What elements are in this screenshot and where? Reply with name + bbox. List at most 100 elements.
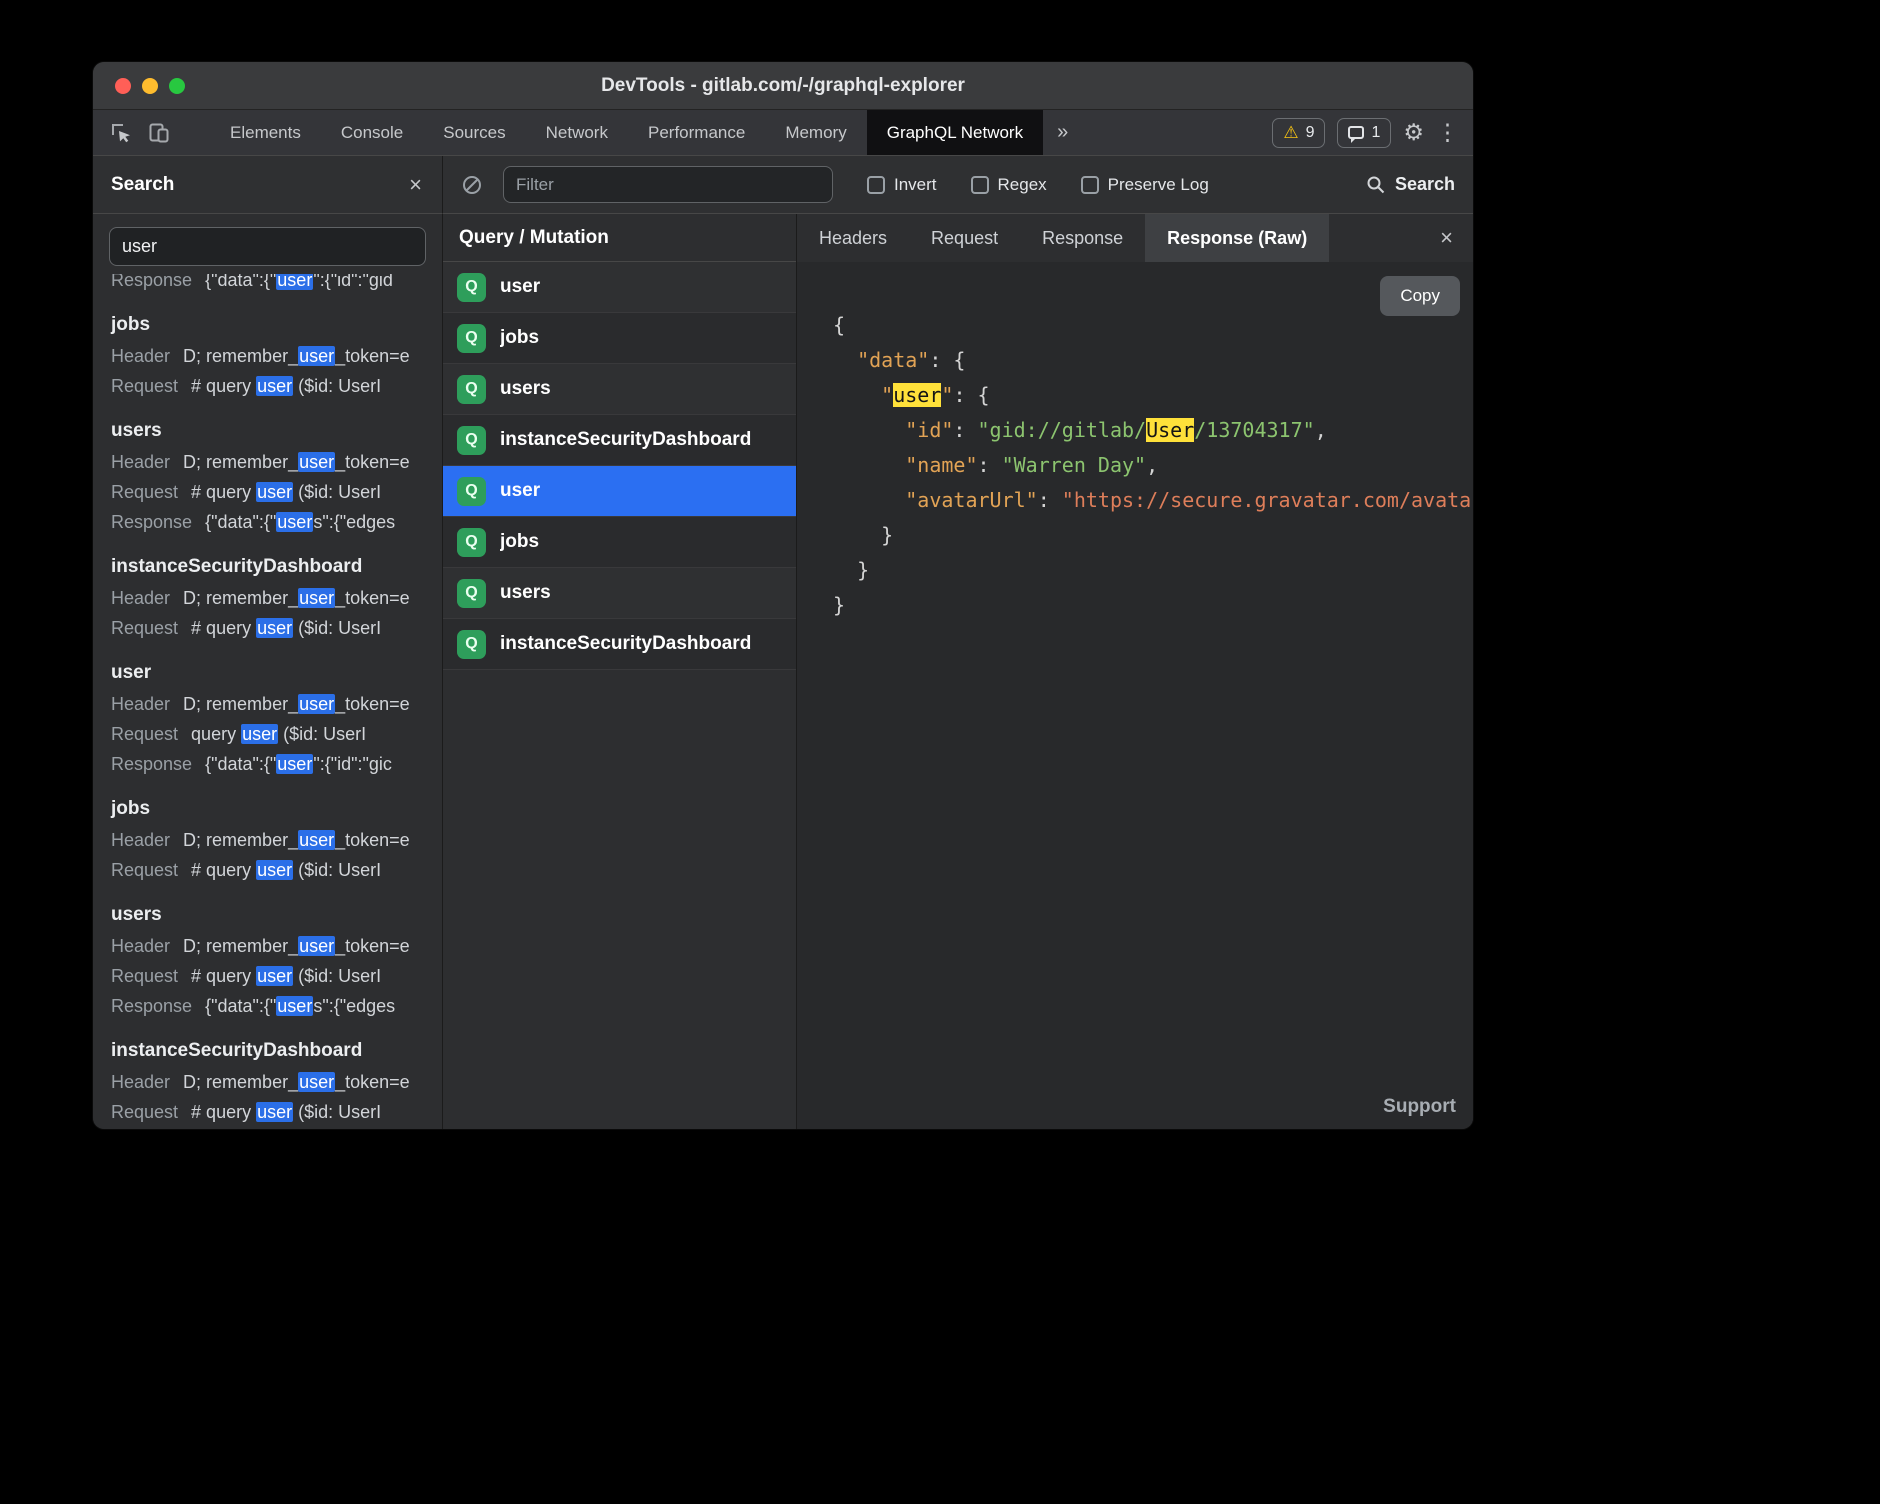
search-result-title[interactable]: instanceSecurityDashboard (111, 554, 442, 580)
search-result-title[interactable]: instanceSecurityDashboard (111, 1038, 442, 1064)
query-label: instanceSecurityDashboard (500, 429, 751, 451)
warnings-badge[interactable]: ⚠ 9 (1272, 118, 1325, 148)
close-detail-icon[interactable]: × (1440, 227, 1453, 249)
search-toggle[interactable]: Search (1366, 174, 1455, 195)
search-result-title[interactable]: users (111, 902, 442, 928)
search-result-line[interactable]: Response {"data":{"users":{"edges (111, 507, 442, 537)
result-line-label: Request (111, 477, 178, 507)
result-line-label: Request (111, 719, 178, 749)
text-segment: D; remember_ (183, 1072, 298, 1092)
preserve-log-checkbox[interactable] (1081, 176, 1099, 194)
query-type-badge: Q (457, 477, 486, 506)
search-result-line[interactable]: Header D; remember_user_token=e (111, 1067, 442, 1097)
search-result-line[interactable]: Header D; remember_user_token=e (111, 447, 442, 477)
invert-label: Invert (894, 175, 937, 195)
search-result-line[interactable]: Header D; remember_user_token=e (111, 825, 442, 855)
tab-network[interactable]: Network (526, 110, 628, 155)
search-result-title[interactable]: user (111, 660, 442, 686)
search-result-line[interactable]: Request # query user ($id: UserI (111, 855, 442, 885)
tab-console[interactable]: Console (321, 110, 423, 155)
search-toggle-label: Search (1395, 174, 1455, 195)
result-line-value: {"data":{"user":{"id":"gic (205, 749, 392, 779)
support-link[interactable]: Support (1383, 1096, 1456, 1118)
detail-tabs: Headers Request Response Response (Raw) … (797, 214, 1473, 262)
more-tabs-chevron-icon[interactable]: » (1043, 110, 1082, 155)
text-segment: {"data":{" (205, 274, 276, 290)
json-line: } (833, 553, 1473, 588)
tab-sources[interactable]: Sources (423, 110, 525, 155)
json-line: "data": { (833, 343, 1473, 378)
tab-elements[interactable]: Elements (210, 110, 321, 155)
query-label: instanceSecurityDashboard (500, 633, 751, 655)
query-list-item[interactable]: Q jobs (443, 313, 796, 364)
result-line-label: Header (111, 447, 170, 477)
search-result-line[interactable]: Request # query user ($id: UserI (111, 961, 442, 991)
inspect-element-icon[interactable] (109, 121, 133, 145)
result-line-value: {"data":{"user":{"id":"gid (205, 274, 393, 295)
json-punct: , (1315, 418, 1327, 442)
titlebar: DevTools - gitlab.com/-/graphql-explorer (93, 62, 1473, 110)
search-panel-title: Search (111, 174, 174, 196)
search-result-line[interactable]: Response {"data":{"users":{"edges (111, 991, 442, 1021)
text-segment: _token=e (335, 588, 410, 608)
text-segment: # query (191, 618, 256, 638)
search-result-title[interactable]: jobs (111, 796, 442, 822)
search-result-title[interactable]: users (111, 418, 442, 444)
search-result-line[interactable]: Response {"data":{"user":{"id":"gid (111, 274, 442, 295)
json-key: "name" (905, 453, 977, 477)
query-list-item[interactable]: Q instanceSecurityDashboard (443, 619, 796, 670)
clear-log-icon[interactable] (461, 174, 483, 196)
text-segment: # query (191, 482, 256, 502)
query-list-item[interactable]: Q users (443, 568, 796, 619)
issues-badge[interactable]: 1 (1337, 118, 1391, 148)
filter-input[interactable] (503, 166, 833, 203)
query-list-item[interactable]: Q instanceSecurityDashboard (443, 415, 796, 466)
search-result-line[interactable]: Header D; remember_user_token=e (111, 689, 442, 719)
search-result-line[interactable]: Request # query user ($id: UserI (111, 371, 442, 401)
zoom-window-button[interactable] (169, 78, 185, 94)
minimize-window-button[interactable] (142, 78, 158, 94)
search-result-line[interactable]: Request query user ($id: UserI (111, 719, 442, 749)
search-result-title[interactable]: jobs (111, 312, 442, 338)
tab-performance[interactable]: Performance (628, 110, 765, 155)
search-result-group: user Header D; remember_user_token=e Req… (111, 660, 442, 779)
tab-response[interactable]: Response (1020, 214, 1145, 262)
result-line-label: Header (111, 583, 170, 613)
device-toolbar-icon[interactable] (147, 121, 171, 145)
query-list-item[interactable]: Q user (443, 262, 796, 313)
search-result-line[interactable]: Request # query user ($id: UserI (111, 613, 442, 643)
query-list-item[interactable]: Q jobs (443, 517, 796, 568)
settings-gear-icon[interactable]: ⚙ (1403, 121, 1424, 144)
query-list-item[interactable]: Q users (443, 364, 796, 415)
tabbar-right-controls: ⚠ 9 1 ⚙ ⋮ (1272, 110, 1473, 155)
tab-response-raw[interactable]: Response (Raw) (1145, 214, 1329, 262)
copy-button[interactable]: Copy (1380, 276, 1460, 316)
tab-request[interactable]: Request (909, 214, 1020, 262)
tab-graphql-network[interactable]: GraphQL Network (867, 110, 1043, 155)
kebab-menu-icon[interactable]: ⋮ (1436, 121, 1459, 144)
close-search-icon[interactable]: × (409, 174, 422, 196)
result-line-label: Request (111, 1097, 178, 1127)
result-line-value: D; remember_user_token=e (183, 341, 410, 371)
close-window-button[interactable] (115, 78, 131, 94)
json-punct: , (1146, 453, 1158, 477)
search-result-line[interactable]: Request # query user ($id: UserI (111, 477, 442, 507)
result-line-value: {"data":{"users":{"edges (205, 991, 395, 1021)
tab-headers[interactable]: Headers (797, 214, 909, 262)
text-segment: s":{"edges (313, 996, 395, 1016)
invert-checkbox[interactable] (867, 176, 885, 194)
query-list-item-selected[interactable]: Q user (443, 466, 796, 517)
text-segment: ($id: UserI (293, 482, 381, 502)
search-result-line[interactable]: Header D; remember_user_token=e (111, 931, 442, 961)
text-segment: _token=e (335, 1072, 410, 1092)
regex-checkbox[interactable] (971, 176, 989, 194)
search-result-line[interactable]: Response {"data":{"user":{"id":"gic (111, 749, 442, 779)
search-result-line[interactable]: Header D; remember_user_token=e (111, 341, 442, 371)
result-line-label: Response (111, 274, 192, 295)
search-input[interactable] (109, 227, 426, 266)
search-result-line[interactable]: Request # query user ($id: UserI (111, 1097, 442, 1127)
query-type-badge: Q (457, 426, 486, 455)
search-match-highlight: user (276, 274, 313, 290)
tab-memory[interactable]: Memory (765, 110, 866, 155)
search-result-line[interactable]: Header D; remember_user_token=e (111, 583, 442, 613)
